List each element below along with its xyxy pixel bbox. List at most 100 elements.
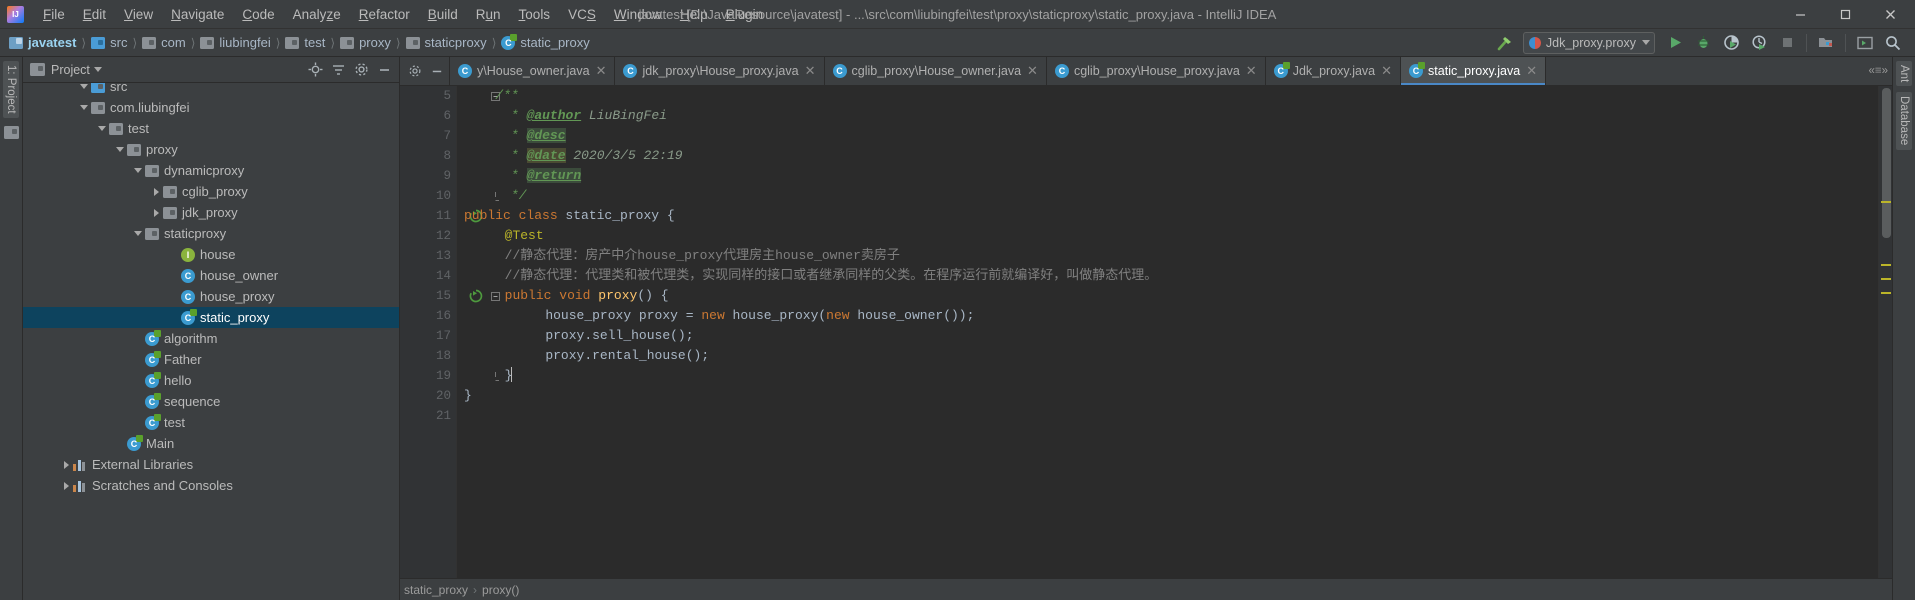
editor-tab[interactable]: y\House_owner.java ✕ (450, 57, 616, 85)
gutter-line[interactable]: 14 (400, 266, 456, 286)
tree-item[interactable]: algorithm (23, 328, 399, 349)
close-icon[interactable]: ✕ (1525, 64, 1538, 77)
tree-item[interactable]: test (23, 118, 399, 139)
settings-icon[interactable] (404, 61, 425, 82)
code-line[interactable]: //静态代理：代理类和被代理类，实现同样的接口或者继承同样的父类。在程序运行前就… (462, 266, 1878, 286)
editor-tabs[interactable]: y\House_owner.java✕jdk_proxy\House_proxy… (449, 57, 1864, 85)
menu-tools[interactable]: Tools (510, 3, 560, 26)
code-line[interactable]: } (462, 386, 1878, 406)
gutter-line[interactable]: 6 (400, 106, 456, 126)
gutter-line[interactable]: 15 (400, 286, 500, 306)
close-icon[interactable]: ✕ (1380, 64, 1393, 77)
marker-tick[interactable] (1881, 278, 1891, 280)
tree-toggle-collapsed-icon[interactable] (59, 460, 73, 469)
marker-tick[interactable] (1881, 264, 1891, 266)
code-line[interactable]: * @return (462, 166, 1878, 186)
code-line[interactable]: //静态代理：房产中介house_proxy代理房主house_owner卖房子 (462, 246, 1878, 266)
tree-item[interactable]: proxy (23, 139, 399, 160)
hide-icon[interactable] (426, 61, 447, 82)
gutter-line[interactable]: 20 (400, 386, 456, 406)
debug-button[interactable] (1689, 30, 1717, 56)
status-breadcrumb-class[interactable]: static_proxy (404, 583, 468, 597)
tree-toggle-collapsed-icon[interactable] (59, 481, 73, 490)
code-line[interactable] (462, 406, 1878, 426)
tree-toggle-expanded-icon[interactable] (131, 231, 145, 236)
menu-code[interactable]: Code (233, 3, 283, 26)
project-structure-button[interactable] (1812, 30, 1840, 56)
breadcrumb-item-proxy[interactable]: proxy (339, 33, 392, 52)
gutter-line[interactable]: 8 (400, 146, 456, 166)
editor-gutter[interactable]: 5 6 7 8 9 10 11 12 13 14 15 16 17 18 19 20 21 (400, 86, 500, 578)
menu-help[interactable]: Help (671, 3, 717, 26)
menu-analyze[interactable]: Analyze (284, 3, 350, 26)
tree-item[interactable]: cglib_proxy (23, 181, 399, 202)
editor-tab[interactable]: cglib_proxy\House_proxy.java ✕ (1046, 57, 1266, 85)
editor-scrollbar-thumb[interactable] (1882, 88, 1891, 238)
code-line[interactable]: /** (462, 86, 1878, 106)
tree-item[interactable]: Father (23, 349, 399, 370)
tree-item[interactable]: External Libraries (23, 454, 399, 475)
editor-tab[interactable]: Jdk_proxy.java ✕ (1265, 57, 1402, 85)
editor-tab-active[interactable]: static_proxy.java ✕ (1401, 57, 1547, 85)
build-project-button[interactable] (1495, 33, 1515, 53)
menu-refactor[interactable]: Refactor (350, 3, 419, 26)
run-configuration-selector[interactable]: Jdk_proxy.proxy (1522, 31, 1655, 54)
editor-tab[interactable]: jdk_proxy\House_proxy.java ✕ (615, 57, 825, 85)
run-with-coverage-button[interactable] (1717, 30, 1745, 56)
menu-window[interactable]: Window (605, 3, 671, 26)
breadcrumb-item-com[interactable]: com (141, 33, 187, 52)
tree-item[interactable]: house (23, 244, 399, 265)
tabs-overflow-label[interactable]: «≡» (1868, 65, 1888, 77)
breadcrumb-item-liubingfei[interactable]: liubingfei (199, 33, 271, 52)
tree-item[interactable]: house_owner (23, 265, 399, 286)
close-icon[interactable]: ✕ (595, 64, 608, 77)
code-line[interactable]: */ (462, 186, 1878, 206)
search-everywhere-button[interactable] (1879, 30, 1907, 56)
close-icon[interactable]: ✕ (804, 64, 817, 77)
gutter-line[interactable]: 11 (400, 206, 483, 226)
gutter-line[interactable]: 16 (400, 306, 456, 326)
breadcrumb-item-static-proxy[interactable]: static_proxy (500, 33, 590, 52)
close-button[interactable] (1868, 0, 1913, 29)
gutter-line[interactable]: 10 (400, 186, 499, 206)
tree-item[interactable]: src (23, 83, 399, 97)
tree-toggle-collapsed-icon[interactable] (149, 187, 163, 196)
tree-item[interactable]: sequence (23, 391, 399, 412)
menu-file[interactable]: File (34, 3, 74, 26)
breadcrumb-item-test[interactable]: test (284, 33, 326, 52)
code-editor[interactable]: 5 6 7 8 9 10 11 12 13 14 15 16 17 18 19 20 21 /** * @auth… (400, 86, 1892, 578)
tool-window-button-ant[interactable]: Ant (1896, 61, 1912, 87)
editor-tab[interactable]: cglib_proxy\House_owner.java ✕ (824, 57, 1047, 85)
gutter-line[interactable]: 7 (400, 126, 456, 146)
tree-item[interactable]: Main (23, 433, 399, 454)
tree-item[interactable]: hello (23, 370, 399, 391)
close-icon[interactable]: ✕ (1026, 64, 1039, 77)
code-line[interactable]: * @date 2020/3/5 22:19 (462, 146, 1878, 166)
breadcrumb-item-staticproxy[interactable]: staticproxy (405, 33, 488, 52)
tree-toggle-expanded-icon[interactable] (131, 168, 145, 173)
breadcrumb-item-javatest[interactable]: javatest (8, 33, 77, 52)
gutter-line[interactable]: 9 (400, 166, 456, 186)
marker-tick[interactable] (1881, 201, 1891, 203)
menu-edit[interactable]: Edit (74, 3, 115, 26)
code-line[interactable]: * @desc (462, 126, 1878, 146)
run-button[interactable] (1661, 30, 1689, 56)
profile-button[interactable] (1745, 30, 1773, 56)
tool-window-button-database[interactable]: Database (1896, 92, 1912, 150)
collapse-all-icon[interactable] (328, 59, 349, 80)
terminal-button[interactable] (1851, 30, 1879, 56)
menu-plugin[interactable]: Plugin (717, 3, 773, 26)
menu-navigate[interactable]: Navigate (162, 3, 233, 26)
gutter-line[interactable]: 18 (400, 346, 456, 366)
chevron-down-icon[interactable] (93, 67, 102, 72)
menu-vcs[interactable]: VCS (559, 3, 605, 26)
gutter-line[interactable]: 19 (400, 366, 499, 386)
locate-icon[interactable] (305, 59, 326, 80)
code-line[interactable]: public void proxy() { (462, 286, 1878, 306)
settings-icon[interactable] (351, 59, 372, 80)
breadcrumb-item-src[interactable]: src (90, 33, 128, 52)
tree-toggle-expanded-icon[interactable] (113, 147, 127, 152)
stop-button[interactable] (1773, 30, 1801, 56)
project-tree[interactable]: src com.liubingfei test proxy dynamicproxy cg… (23, 83, 399, 600)
tool-window-button-project[interactable]: 1: Project (3, 61, 19, 118)
